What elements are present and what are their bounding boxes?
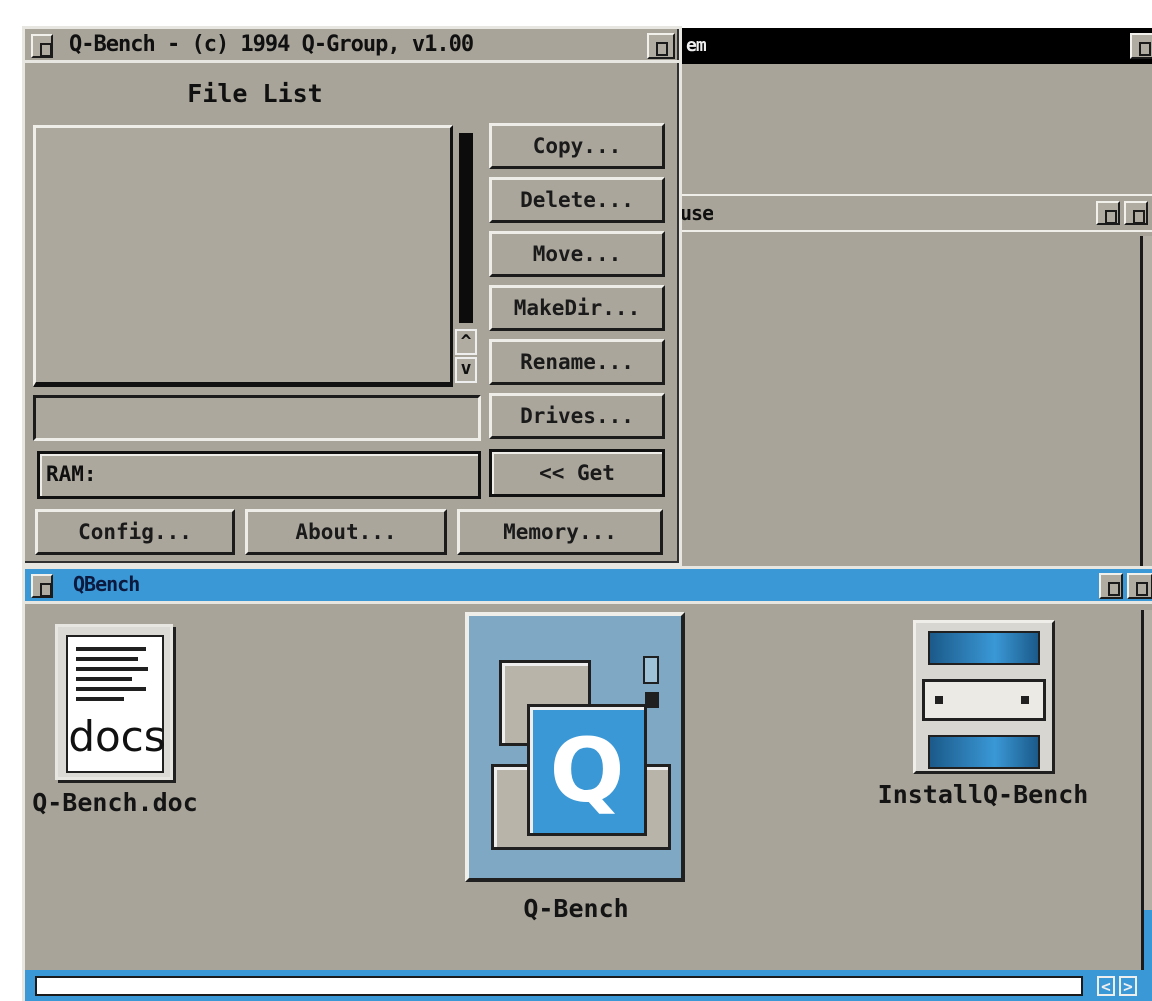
scroll-down-arrow-icon[interactable]: v — [455, 357, 477, 383]
depth-gadget-icon[interactable] — [1124, 201, 1148, 225]
scroll-right-arrow-icon[interactable]: > — [1119, 976, 1137, 996]
file-list-box[interactable] — [33, 125, 453, 387]
qbench-app-icon: Q — [465, 612, 685, 882]
depth-gadget-icon[interactable] — [1130, 33, 1152, 59]
document-icon-text: docs — [68, 712, 166, 761]
qbench-app-label: Q-Bench — [523, 894, 629, 923]
background-window-middle-border — [1140, 236, 1152, 568]
about-button[interactable]: About... — [245, 509, 447, 555]
install-qbench-label: InstallQ-Bench — [877, 780, 1089, 809]
drawer-scroll-track[interactable] — [35, 976, 1083, 996]
installer-drive-icon — [913, 620, 1055, 774]
scroll-left-arrow-icon[interactable]: < — [1097, 976, 1115, 996]
qbench-app[interactable]: Q Q-Bench — [461, 612, 691, 932]
move-button[interactable]: Move... — [489, 231, 665, 277]
copy-button[interactable]: Copy... — [489, 123, 665, 169]
drawer-vertical-scrollbar[interactable] — [1141, 610, 1152, 970]
file-list-scrollbar[interactable]: ^ v — [453, 127, 481, 385]
background-window-middle: use — [660, 194, 1152, 568]
qbench-titlebar[interactable]: Q-Bench - (c) 1994 Q-Group, v1.00 — [25, 29, 679, 63]
depth-gadget-icon[interactable] — [647, 33, 675, 59]
rename-button[interactable]: Rename... — [489, 339, 665, 385]
zoom-gadget-icon[interactable] — [1099, 573, 1123, 599]
scroll-up-arrow-icon[interactable]: ^ — [455, 329, 477, 355]
drawer-horizontal-scrollbar[interactable]: < > — [25, 970, 1152, 1001]
qbench-doc-label: Q-Bench.doc — [32, 788, 198, 817]
scrollbar-knob[interactable] — [459, 133, 473, 323]
qbench-drawer-titlebar[interactable]: QBench — [25, 566, 1152, 604]
background-window-top-title: em — [686, 35, 706, 56]
delete-button[interactable]: Delete... — [489, 177, 665, 223]
makedir-button[interactable]: MakeDir... — [489, 285, 665, 331]
qbench-app-icon-text: Q — [549, 719, 625, 822]
background-window-top-titlebar[interactable]: em — [640, 28, 1152, 64]
document-icon: docs — [55, 624, 173, 780]
file-list-heading: File List — [187, 79, 323, 108]
path-field[interactable]: RAM: — [37, 451, 481, 499]
close-gadget-icon[interactable] — [31, 34, 53, 58]
qbench-main-window: Q-Bench - (c) 1994 Q-Group, v1.00 File L… — [22, 26, 682, 566]
file-name-field[interactable] — [33, 395, 481, 441]
background-window-middle-title: use — [680, 201, 714, 225]
qbench-drawer-window: QBench < > docs Q-Bench.doc Q Q-Bench In… — [22, 566, 1152, 1001]
qbench-drawer-title: QBench — [73, 572, 140, 596]
drawer-scroll-arrows[interactable] — [1144, 910, 1152, 970]
background-window-middle-titlebar[interactable]: use — [660, 196, 1152, 232]
qbench-window-title: Q-Bench - (c) 1994 Q-Group, v1.00 — [69, 32, 474, 57]
install-qbench[interactable]: InstallQ-Bench — [873, 620, 1093, 830]
drives-button[interactable]: Drives... — [489, 393, 665, 439]
zoom-gadget-icon[interactable] — [1096, 201, 1120, 225]
config-button[interactable]: Config... — [35, 509, 235, 555]
get-button[interactable]: << Get — [489, 449, 665, 497]
memory-button[interactable]: Memory... — [457, 509, 663, 555]
qbench-doc-file[interactable]: docs Q-Bench.doc — [25, 618, 205, 838]
depth-gadget-icon[interactable] — [1127, 573, 1152, 599]
close-gadget-icon[interactable] — [31, 574, 53, 598]
